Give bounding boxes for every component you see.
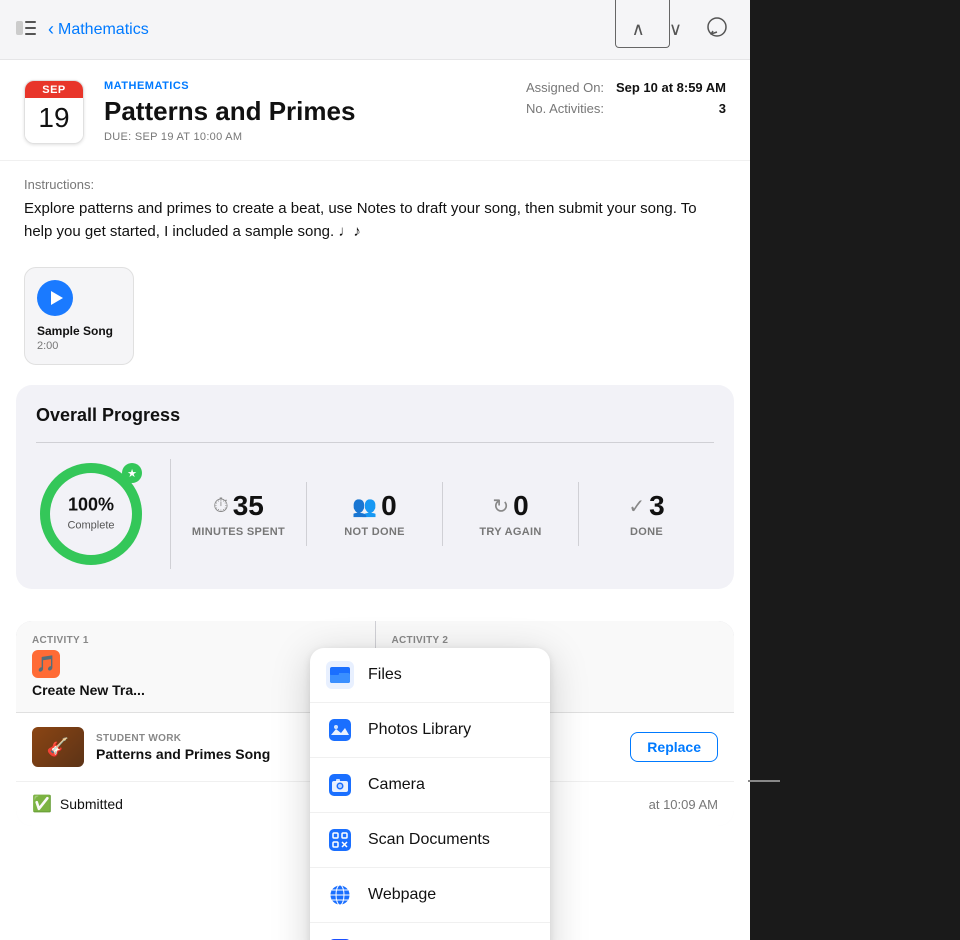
webpage-icon [326,881,354,909]
webpage-label: Webpage [368,886,436,904]
menu-item-webpage[interactable]: Webpage [310,868,550,923]
circle-percent: 100% [67,495,114,516]
activity-1-label: ACTIVITY 1 [32,635,359,646]
instructions-text: Explore patterns and primes to create a … [24,198,726,243]
instructions-label: Instructions: [24,177,726,192]
done-label: DONE [630,526,663,538]
assigned-on-row: Assigned On: Sep 10 at 8:59 AM [526,80,726,95]
work-thumbnail: 🎸 [32,727,84,767]
assignment-header: SEP 19 MATHEMATICS Patterns and Primes D… [0,60,750,161]
menu-item-bookmarks[interactable]: Bookmarks [310,923,550,940]
files-label: Files [368,666,402,684]
assignment-info: MATHEMATICS Patterns and Primes DUE: SEP… [104,80,506,144]
dark-side-panel [750,0,960,940]
calendar-month: SEP [25,81,83,98]
media-duration: 2:00 [37,340,121,352]
scan-icon [326,826,354,854]
stat-minutes: ⏱ 35 MINUTES SPENT [171,482,307,546]
back-label: Mathematics [58,21,149,39]
instructions-section: Instructions: Explore patterns and prime… [0,161,750,259]
back-chevron-icon: ‹ [48,19,54,40]
media-card-area: Sample Song 2:00 [0,259,750,385]
menu-item-photos[interactable]: Photos Library [310,703,550,758]
stat-not-done: 👥 0 NOT DONE [307,482,443,546]
photos-icon [326,716,354,744]
due-date: DUE: SEP 19 AT 10:00 AM [104,131,506,143]
back-button[interactable]: ‹ Mathematics [48,19,149,40]
progress-title: Overall Progress [36,405,714,426]
circle-progress-container: 100% Complete ★ [36,459,171,569]
done-icon: ✓ [628,494,645,519]
not-done-value: 0 [381,490,397,522]
calendar-day: 19 [25,98,83,138]
stat-top: ⏱ 35 [213,490,264,522]
activities-value: 3 [719,101,726,116]
try-again-value: 0 [513,490,529,522]
photos-label: Photos Library [368,721,471,739]
stat-try-again: ↻ 0 TRY AGAIN [443,482,579,546]
sample-song-card[interactable]: Sample Song 2:00 [24,267,134,365]
bookmarks-icon [326,936,354,940]
activity-1-icon: 🎵 [32,650,60,678]
clock-icon: ⏱ [213,495,229,518]
camera-label: Camera [368,776,425,794]
assigned-on-value: Sep 10 at 8:59 AM [616,80,726,95]
done-value: 3 [649,490,665,522]
stat-top: ✓ 3 [628,490,664,522]
context-menu: Files Photos Library [310,648,550,940]
stat-top: ↻ 0 [492,490,528,522]
star-badge: ★ [122,463,142,483]
corner-decoration [615,0,670,48]
stat-top: 👥 0 [352,490,396,522]
try-again-icon: ↻ [492,494,509,519]
subject-label: MATHEMATICS [104,80,506,92]
comment-button[interactable] [700,14,734,45]
not-done-icon: 👥 [352,494,377,519]
submitted-time: at 10:09 AM [649,797,718,812]
activities-row: No. Activities: 3 [526,101,726,116]
sidebar-toggle-button[interactable] [16,19,36,40]
circle-label: Complete [67,520,114,532]
menu-item-scan[interactable]: Scan Documents [310,813,550,868]
media-title: Sample Song [37,324,121,338]
activities-label: No. Activities: [526,101,604,116]
files-icon [326,661,354,689]
navigation-bar: ‹ Mathematics ∧ ∨ [0,0,750,60]
assignment-title: Patterns and Primes [104,96,506,127]
play-icon [51,291,63,305]
assigned-on-label: Assigned On: [526,80,604,95]
circle-center: 100% Complete [67,495,114,534]
arrow-line [748,780,780,782]
progress-section: Overall Progress 100% Complete ★ [16,385,734,589]
menu-item-files[interactable]: Files [310,648,550,703]
scan-label: Scan Documents [368,831,490,849]
progress-stats: 100% Complete ★ ⏱ 35 MINUTES SPENT [36,459,714,569]
submitted-check-icon: ✅ [32,794,52,814]
play-button[interactable] [37,280,73,316]
try-again-label: TRY AGAIN [479,526,541,538]
calendar-icon: SEP 19 [24,80,84,144]
camera-icon [326,771,354,799]
not-done-label: NOT DONE [344,526,404,538]
minutes-value: 35 [233,490,264,522]
stat-done: ✓ 3 DONE [579,482,714,546]
replace-button[interactable]: Replace [630,732,718,762]
assignment-meta: Assigned On: Sep 10 at 8:59 AM No. Activ… [526,80,726,144]
submitted-text: Submitted [60,796,123,812]
circle-progress: 100% Complete ★ [36,459,146,569]
minutes-label: MINUTES SPENT [192,526,285,538]
activity-2-label: ACTIVITY 2 [392,635,719,646]
menu-item-camera[interactable]: Camera [310,758,550,813]
